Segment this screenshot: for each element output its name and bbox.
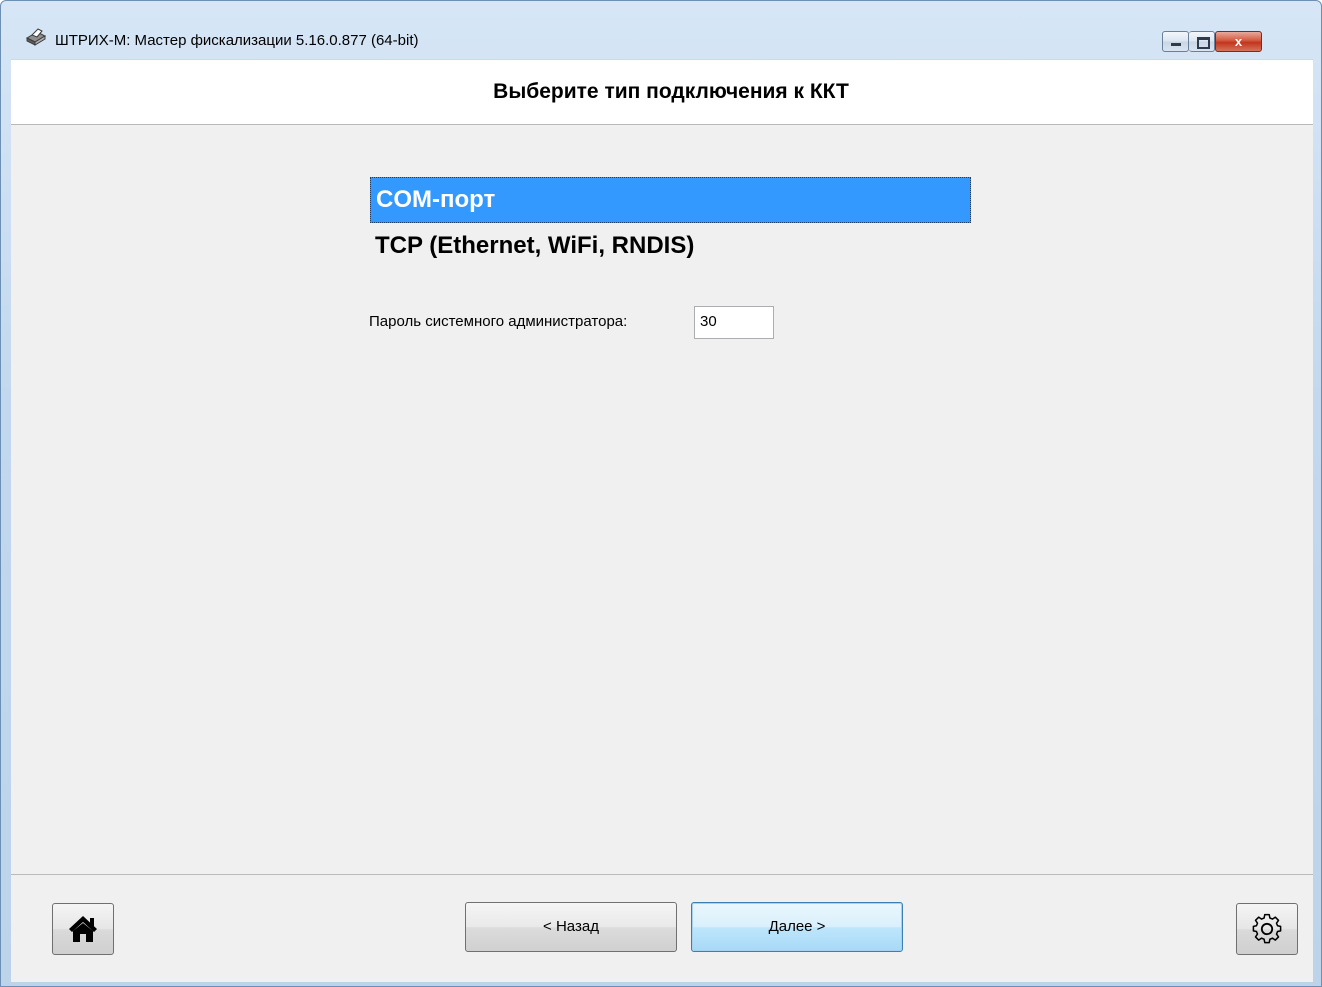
application-window: ШТРИХ-М: Мастер фискализации 5.16.0.877 … xyxy=(0,0,1322,987)
printer-app-icon xyxy=(25,28,47,46)
back-button[interactable]: < Назад xyxy=(465,902,677,952)
close-button[interactable]: x xyxy=(1215,31,1262,52)
wizard-header: Выберите тип подключения к ККТ xyxy=(11,60,1313,125)
maximize-button[interactable] xyxy=(1189,31,1215,52)
gear-icon xyxy=(1252,913,1282,944)
close-icon: x xyxy=(1234,34,1243,49)
maximize-icon xyxy=(1197,37,1210,49)
home-icon xyxy=(69,916,97,942)
title-bar[interactable]: ШТРИХ-М: Мастер фискализации 5.16.0.877 … xyxy=(1,1,1321,52)
home-button[interactable] xyxy=(52,903,114,955)
page-title: Выберите тип подключения к ККТ xyxy=(493,80,849,103)
wizard-content: Выберите тип подключения к ККТ COM-порт … xyxy=(11,59,1313,982)
connection-option-com-port[interactable]: COM-порт xyxy=(370,177,971,223)
window-title: ШТРИХ-М: Мастер фискализации 5.16.0.877 … xyxy=(55,32,419,49)
settings-button[interactable] xyxy=(1236,903,1298,955)
footer-divider xyxy=(11,874,1313,875)
minimize-button[interactable] xyxy=(1162,31,1189,52)
minimize-icon xyxy=(1171,43,1181,46)
admin-password-input[interactable]: 30 xyxy=(694,306,774,339)
next-button[interactable]: Далее > xyxy=(691,902,903,952)
admin-password-label: Пароль системного администратора: xyxy=(369,313,628,330)
connection-option-tcp[interactable]: TCP (Ethernet, WiFi, RNDIS) xyxy=(370,224,971,270)
